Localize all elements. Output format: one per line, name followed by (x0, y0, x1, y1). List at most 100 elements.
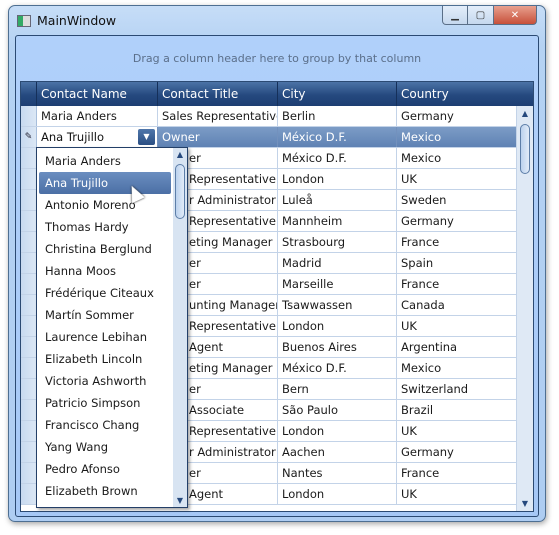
header-indicator (21, 82, 37, 106)
scroll-up-icon[interactable]: ▲ (173, 150, 187, 159)
dropdown-item[interactable]: Pedro Afonso (39, 458, 171, 480)
grid-vertical-scrollbar[interactable]: ▲ ▼ (516, 106, 533, 511)
cell-country[interactable]: UK (397, 484, 518, 504)
cell-city[interactable]: Strasbourg (278, 232, 397, 252)
cell-country[interactable]: UK (397, 169, 518, 189)
row-indicator[interactable] (21, 295, 37, 315)
row-indicator[interactable] (21, 232, 37, 252)
cell-contact-title[interactable]: Sales Representative (158, 106, 278, 126)
close-button[interactable]: ✕ (494, 6, 537, 25)
cell-city[interactable]: México D.F. (278, 358, 397, 378)
cell-city[interactable]: Mannheim (278, 211, 397, 231)
scroll-thumb[interactable] (520, 124, 530, 174)
dropdown-scrollbar[interactable]: ▲ ▼ (173, 148, 187, 507)
cell-city[interactable]: London (278, 316, 397, 336)
row-indicator[interactable] (21, 274, 37, 294)
cell-contact-name[interactable]: Maria Anders (37, 106, 158, 126)
dropdown-item[interactable]: Victoria Ashworth (39, 370, 171, 392)
header-contact-title[interactable]: Contact Title (158, 82, 278, 106)
scroll-down-icon[interactable]: ▼ (517, 499, 533, 508)
cell-city[interactable]: Luleå (278, 190, 397, 210)
cell-country[interactable]: Germany (397, 442, 518, 462)
cell-city[interactable]: São Paulo (278, 400, 397, 420)
scroll-thumb[interactable] (175, 164, 185, 219)
row-indicator[interactable] (21, 148, 37, 168)
cell-city[interactable]: Bern (278, 379, 397, 399)
cell-country[interactable]: Switzerland (397, 379, 518, 399)
header-city[interactable]: City (278, 82, 397, 106)
cell-city[interactable]: México D.F. (278, 148, 397, 168)
cell-city[interactable]: London (278, 421, 397, 441)
row-indicator[interactable] (21, 379, 37, 399)
dropdown-item[interactable]: Maria Anders (39, 150, 171, 172)
contact-name-combobox[interactable]: Ana Trujillo ▼ (37, 127, 158, 147)
dropdown-item[interactable]: Ana Trujillo (39, 172, 171, 194)
cell-country[interactable]: Brazil (397, 400, 518, 420)
dropdown-item[interactable]: Patricio Simpson (39, 392, 171, 414)
row-indicator[interactable] (21, 190, 37, 210)
cell-city[interactable]: Marseille (278, 274, 397, 294)
window-title: MainWindow (37, 13, 117, 28)
cell-country[interactable]: France (397, 274, 518, 294)
scroll-down-icon[interactable]: ▼ (173, 496, 187, 505)
dropdown-item[interactable]: Antonio Moreno (39, 194, 171, 216)
header-contact-name[interactable]: Contact Name (37, 82, 158, 106)
cell-country[interactable]: Mexico (397, 148, 518, 168)
cell-country[interactable]: France (397, 463, 518, 483)
row-indicator[interactable] (21, 211, 37, 231)
scroll-up-icon[interactable]: ▲ (517, 109, 533, 118)
cell-city[interactable]: London (278, 484, 397, 504)
cell-contact-title[interactable]: Owner (158, 127, 278, 147)
cell-city[interactable]: Nantes (278, 463, 397, 483)
maximize-button[interactable]: ▢ (468, 6, 494, 25)
minimize-button[interactable]: ▁ (442, 6, 468, 25)
cell-country[interactable]: France (397, 232, 518, 252)
cell-city[interactable]: Buenos Aires (278, 337, 397, 357)
dropdown-item[interactable]: Martín Sommer (39, 304, 171, 326)
cell-country[interactable]: Canada (397, 295, 518, 315)
dropdown-item[interactable]: Laurence Lebihan (39, 326, 171, 348)
row-indicator[interactable] (21, 463, 37, 483)
group-panel[interactable]: Drag a column header here to group by th… (16, 36, 538, 81)
row-indicator[interactable] (21, 253, 37, 273)
dropdown-item[interactable]: Frédérique Citeaux (39, 282, 171, 304)
row-indicator[interactable] (21, 442, 37, 462)
cell-city[interactable]: London (278, 169, 397, 189)
dropdown-arrow-icon[interactable]: ▼ (138, 129, 155, 145)
dropdown-item[interactable]: Elizabeth Lincoln (39, 348, 171, 370)
cell-country[interactable]: UK (397, 421, 518, 441)
row-indicator[interactable] (21, 106, 37, 126)
cell-country[interactable]: Mexico (397, 127, 518, 147)
row-indicator[interactable] (21, 421, 37, 441)
dropdown-item[interactable]: Francisco Chang (39, 414, 171, 436)
row-indicator[interactable] (21, 337, 37, 357)
row-indicator[interactable] (21, 316, 37, 336)
dropdown-item[interactable]: Thomas Hardy (39, 216, 171, 238)
row-indicator[interactable] (21, 358, 37, 378)
cell-country[interactable]: Germany (397, 106, 518, 126)
cell-country[interactable]: Argentina (397, 337, 518, 357)
cell-city[interactable]: México D.F. (278, 127, 397, 147)
cell-city[interactable]: Berlin (278, 106, 397, 126)
row-indicator[interactable] (21, 400, 37, 420)
header-country[interactable]: Country (397, 82, 518, 106)
dropdown-item[interactable]: Hanna Moos (39, 260, 171, 282)
cell-city[interactable]: Aachen (278, 442, 397, 462)
cell-country[interactable]: UK (397, 316, 518, 336)
edit-pencil-icon: ✎ (21, 127, 37, 147)
row-indicator[interactable] (21, 484, 37, 504)
dropdown-item[interactable]: Christina Berglund (39, 238, 171, 260)
cell-city[interactable]: Madrid (278, 253, 397, 273)
cell-country[interactable]: Spain (397, 253, 518, 273)
table-row[interactable]: Maria Anders Sales Representative Berlin… (21, 106, 518, 127)
dropdown-item[interactable]: Elizabeth Brown (39, 480, 171, 502)
cell-country[interactable]: Mexico (397, 358, 518, 378)
row-indicator[interactable] (21, 169, 37, 189)
table-row-selected[interactable]: ✎ Ana Trujillo ▼ Owner México D.F. Mexic… (21, 127, 518, 148)
dropdown-item[interactable]: Yang Wang (39, 436, 171, 458)
cell-country[interactable]: Germany (397, 211, 518, 231)
header-filler (518, 82, 533, 106)
cell-country[interactable]: Sweden (397, 190, 518, 210)
combobox-value[interactable]: Ana Trujillo (41, 130, 104, 144)
cell-city[interactable]: Tsawwassen (278, 295, 397, 315)
